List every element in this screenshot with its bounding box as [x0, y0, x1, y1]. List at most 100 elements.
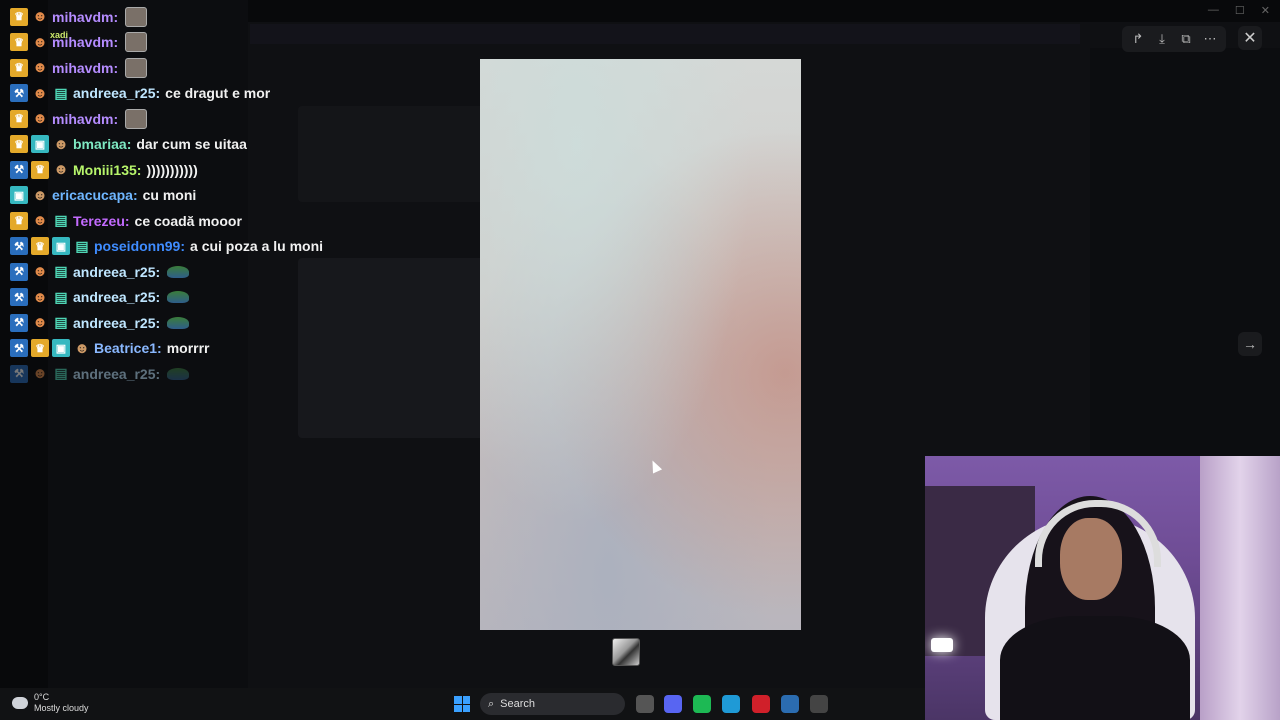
- weather-widget[interactable]: 0°C Mostly cloudy: [12, 692, 89, 714]
- chat-message: ⚒ ♛ ▣ ☻ Beatrice1: morrrr: [10, 336, 480, 362]
- chat-message: ⚒ ♛ ☻ Moniii135:))))))))))): [10, 157, 480, 183]
- webcam-overlay: [925, 456, 1280, 720]
- cat-badge-icon: ☻: [32, 33, 48, 51]
- chat-username[interactable]: bmariaa:: [73, 136, 131, 152]
- bag-badge-icon: ▤: [75, 237, 89, 254]
- bag-badge-icon: ▤: [54, 288, 68, 305]
- chat-text: morrrr: [166, 340, 210, 357]
- bag-badge-icon: ▤: [54, 263, 68, 280]
- mod-badge-icon: ⚒: [10, 262, 28, 281]
- bag-badge-icon: ▤: [54, 212, 68, 229]
- chat-username[interactable]: andreea_r25:: [73, 366, 160, 382]
- cat-badge-icon: ☻: [32, 212, 48, 230]
- taskbar-search[interactable]: ⌕ Search: [480, 693, 625, 715]
- cat-badge-icon: ☻: [32, 84, 48, 102]
- chicken-badge-icon: ☻: [74, 339, 90, 357]
- chicken-badge-icon: ☻: [32, 186, 48, 204]
- chat-text: ce coadă mooor: [134, 212, 242, 229]
- chat-message: ♛ ☻ mihavdm:: [10, 106, 480, 132]
- crown-badge-icon: ♛: [10, 7, 28, 26]
- cat-badge-icon: ☻: [32, 263, 48, 281]
- window-controls: — ☐ ✕: [1208, 4, 1270, 17]
- crown-badge-icon: ♛: [31, 160, 49, 179]
- gift-badge-icon: ▣: [52, 237, 70, 256]
- chat-username[interactable]: Moniii135:: [73, 162, 141, 178]
- chat-text: dar cum se uitaa: [136, 136, 247, 153]
- mod-badge-icon: ⚒: [10, 313, 28, 332]
- cloud-icon: [12, 697, 28, 709]
- chat-username[interactable]: poseidonn99:: [94, 238, 185, 254]
- viewed-image[interactable]: [480, 59, 801, 630]
- app-red-icon[interactable]: [752, 695, 770, 713]
- chat-message: ♛ ☻ mihavdm:: [10, 55, 480, 81]
- crown-badge-icon: ♛: [10, 58, 28, 77]
- chat-username[interactable]: andreea_r25:: [73, 85, 160, 101]
- viewer-action-bar: ↱ ⤓ ⧉ ⋯: [1122, 26, 1226, 52]
- windows-start-icon[interactable]: [454, 696, 470, 712]
- chat-text: a cui poza a lu moni: [190, 238, 324, 255]
- image-thumbnail[interactable]: [612, 638, 640, 666]
- chat-message: ⚒ ☻ ▤ andreea_r25:: [10, 259, 480, 285]
- chat-username[interactable]: mihavdm:: [52, 60, 118, 76]
- crown-badge-icon: ♛: [10, 135, 28, 154]
- viewer-close-button[interactable]: ✕: [1238, 26, 1262, 50]
- gift-badge-icon: ▣: [31, 135, 49, 154]
- overlay-username: xadi: [50, 30, 69, 41]
- cat-badge-icon: ☻: [32, 8, 48, 26]
- bag-badge-icon: ▤: [54, 314, 68, 331]
- discord-icon[interactable]: [664, 695, 682, 713]
- chat-message: ⚒ ☻ ▤ andreea_r25: ce dragut e mor: [10, 81, 480, 107]
- chat-message: ⚒ ♛ ▣ ▤ poseidonn99: a cui poza a lu moni: [10, 234, 480, 260]
- next-image-button[interactable]: →: [1238, 332, 1262, 356]
- edge-icon[interactable]: [722, 695, 740, 713]
- weather-temp: 0°C: [34, 692, 50, 702]
- chat-message: ♛ ▣ ☻ bmariaa: dar cum se uitaa: [10, 132, 480, 158]
- obs-icon[interactable]: [810, 695, 828, 713]
- weather-desc: Mostly cloudy: [34, 703, 89, 713]
- open-external-icon[interactable]: ⧉: [1176, 29, 1196, 49]
- cat-badge-icon: ☻: [32, 288, 48, 306]
- cat-badge-icon: ☻: [32, 110, 48, 128]
- minimize-icon[interactable]: —: [1208, 4, 1219, 17]
- mod-badge-icon: ⚒: [10, 364, 28, 383]
- turtle-emote-icon: [167, 265, 190, 278]
- windows-taskbar: 0°C Mostly cloudy ⌕ Search: [0, 688, 925, 720]
- streamer-body: [1000, 616, 1190, 720]
- task-view-icon[interactable]: [636, 695, 654, 713]
- turtle-emote-icon: [167, 291, 190, 304]
- chat-username[interactable]: andreea_r25:: [73, 289, 160, 305]
- bag-badge-icon: ▤: [54, 84, 68, 101]
- chat-text: ce dragut e mor: [165, 85, 271, 102]
- crown-badge-icon: ♛: [10, 211, 28, 230]
- chat-username[interactable]: ericacucapa:: [52, 187, 138, 203]
- chat-username[interactable]: Beatrice1:: [94, 340, 162, 356]
- turtle-emote-icon: [167, 367, 190, 380]
- maximize-icon[interactable]: ☐: [1235, 4, 1245, 17]
- chat-username[interactable]: andreea_r25:: [73, 264, 160, 280]
- chat-message: ⚒ ☻ ▤ andreea_r25:: [10, 361, 480, 387]
- face-emote-icon: [125, 57, 148, 78]
- chat-text: ))))))))))): [146, 161, 198, 178]
- bag-badge-icon: ▤: [54, 365, 68, 382]
- spotify-icon[interactable]: [693, 695, 711, 713]
- crown-badge-icon: ♛: [10, 109, 28, 128]
- crown-badge-icon: ♛: [10, 33, 28, 52]
- chicken-badge-icon: ☻: [53, 135, 69, 153]
- face-emote-icon: [125, 108, 148, 129]
- window-close-icon[interactable]: ✕: [1261, 4, 1270, 17]
- mod-badge-icon: ⚒: [10, 84, 28, 103]
- background-curtain: [1200, 456, 1280, 720]
- chat-message: ⚒ ☻ ▤ andreea_r25:: [10, 285, 480, 311]
- store-icon[interactable]: [781, 695, 799, 713]
- chat-username[interactable]: andreea_r25:: [73, 315, 160, 331]
- share-icon[interactable]: ↱: [1128, 29, 1148, 49]
- face-emote-icon: [125, 6, 148, 27]
- chat-message: ♛ ☻ ▤ Terezeu: ce coadă mooor: [10, 208, 480, 234]
- chat-username[interactable]: mihavdm:: [52, 9, 118, 25]
- cat-badge-icon: ☻: [32, 314, 48, 332]
- download-icon[interactable]: ⤓: [1152, 29, 1172, 49]
- stream-chat-overlay: ♛ ☻ mihavdm: ♛ ☻ mihavdm: xadi ♛ ☻ mihavdm: ⚒ ☻ ▤ and…: [10, 4, 480, 387]
- chat-username[interactable]: mihavdm:: [52, 111, 118, 127]
- more-icon[interactable]: ⋯: [1200, 29, 1220, 49]
- chat-username[interactable]: Terezeu:: [73, 213, 130, 229]
